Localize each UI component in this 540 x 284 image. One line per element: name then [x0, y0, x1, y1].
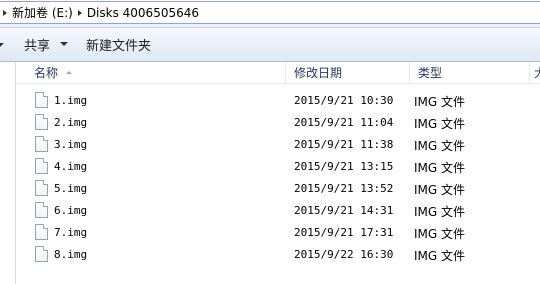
- file-type: IMG 文件: [414, 227, 466, 241]
- file-icon: [35, 180, 48, 196]
- file-icon: [35, 136, 48, 152]
- explorer-window: 新加卷 (E:) Disks 4006505646 共享 新建文件夹 名称 修改…: [0, 0, 540, 284]
- file-row[interactable]: 5.img 2015/9/21 13:52 IMG 文件: [16, 178, 540, 200]
- breadcrumb-folder[interactable]: Disks 4006505646: [86, 6, 200, 20]
- file-row[interactable]: 1.img 2015/9/21 10:30 IMG 文件: [16, 90, 540, 112]
- file-name: 3.img: [54, 138, 88, 151]
- file-icon: [35, 246, 48, 262]
- file-icon: [35, 92, 48, 108]
- file-type: IMG 文件: [414, 95, 466, 109]
- file-name: 4.img: [54, 160, 88, 173]
- file-type: IMG 文件: [414, 139, 466, 153]
- new-folder-button[interactable]: 新建文件夹: [82, 33, 155, 55]
- file-row[interactable]: 2.img 2015/9/21 11:04 IMG 文件: [16, 112, 540, 134]
- file-date: 2015/9/21 13:15: [294, 160, 394, 173]
- file-date: 2015/9/21 14:31: [294, 204, 394, 217]
- file-row[interactable]: 6.img 2015/9/21 14:31 IMG 文件: [16, 200, 540, 222]
- file-name: 5.img: [54, 182, 88, 195]
- file-type: IMG 文件: [414, 161, 466, 175]
- file-row[interactable]: 4.img 2015/9/21 13:15 IMG 文件: [16, 156, 540, 178]
- file-icon: [35, 224, 48, 240]
- file-date: 2015/9/21 11:38: [294, 138, 394, 151]
- column-header-type-label: 类型: [418, 66, 443, 80]
- column-header-row: 名称 修改日期 类型 大: [16, 62, 540, 84]
- share-button-label: 共享: [24, 38, 51, 54]
- file-date: 2015/9/22 16:30: [294, 248, 394, 261]
- breadcrumb-arrow-icon[interactable]: [77, 9, 82, 16]
- chevron-down-icon[interactable]: [0, 43, 4, 47]
- file-icon: [35, 202, 48, 218]
- file-date: 2015/9/21 13:52: [294, 182, 394, 195]
- file-date: 2015/9/21 17:31: [294, 226, 394, 239]
- file-name: 2.img: [54, 116, 88, 129]
- column-header-date[interactable]: 修改日期: [286, 62, 410, 83]
- file-list: 1.img 2015/9/21 10:30 IMG 文件 2.img 2015/…: [16, 90, 540, 266]
- column-header-size[interactable]: 大: [530, 62, 540, 83]
- chevron-down-icon: [60, 42, 69, 46]
- address-field[interactable]: 新加卷 (E:) Disks 4006505646: [0, 1, 540, 24]
- file-name: 1.img: [54, 94, 88, 107]
- column-header-size-label: 大: [534, 64, 540, 81]
- file-name: 8.img: [54, 248, 88, 261]
- file-type: IMG 文件: [414, 183, 466, 197]
- address-bar: 新加卷 (E:) Disks 4006505646: [0, 0, 540, 28]
- breadcrumb-drive[interactable]: 新加卷 (E:): [11, 4, 74, 21]
- file-date: 2015/9/21 10:30: [294, 94, 394, 107]
- sort-ascending-icon: [66, 71, 73, 74]
- file-type: IMG 文件: [414, 249, 466, 263]
- file-row[interactable]: 8.img 2015/9/22 16:30 IMG 文件: [16, 244, 540, 266]
- file-icon: [35, 114, 48, 130]
- file-icon: [35, 158, 48, 174]
- command-toolbar: 共享 新建文件夹: [0, 28, 540, 62]
- new-folder-label: 新建文件夹: [86, 38, 152, 54]
- file-type: IMG 文件: [414, 117, 466, 131]
- file-row[interactable]: 3.img 2015/9/21 11:38 IMG 文件: [16, 134, 540, 156]
- file-type: IMG 文件: [414, 205, 466, 219]
- column-header-type[interactable]: 类型: [410, 62, 530, 83]
- file-name: 6.img: [54, 204, 88, 217]
- file-date: 2015/9/21 11:04: [294, 116, 394, 129]
- file-name: 7.img: [54, 226, 88, 239]
- column-header-name[interactable]: 名称: [16, 62, 286, 83]
- column-header-name-label: 名称: [34, 66, 59, 80]
- share-button[interactable]: 共享: [20, 33, 72, 55]
- navigation-pane[interactable]: [0, 62, 16, 284]
- column-header-date-label: 修改日期: [294, 66, 343, 80]
- file-row[interactable]: 7.img 2015/9/21 17:31 IMG 文件: [16, 222, 540, 244]
- breadcrumb-arrow-icon[interactable]: [3, 9, 7, 16]
